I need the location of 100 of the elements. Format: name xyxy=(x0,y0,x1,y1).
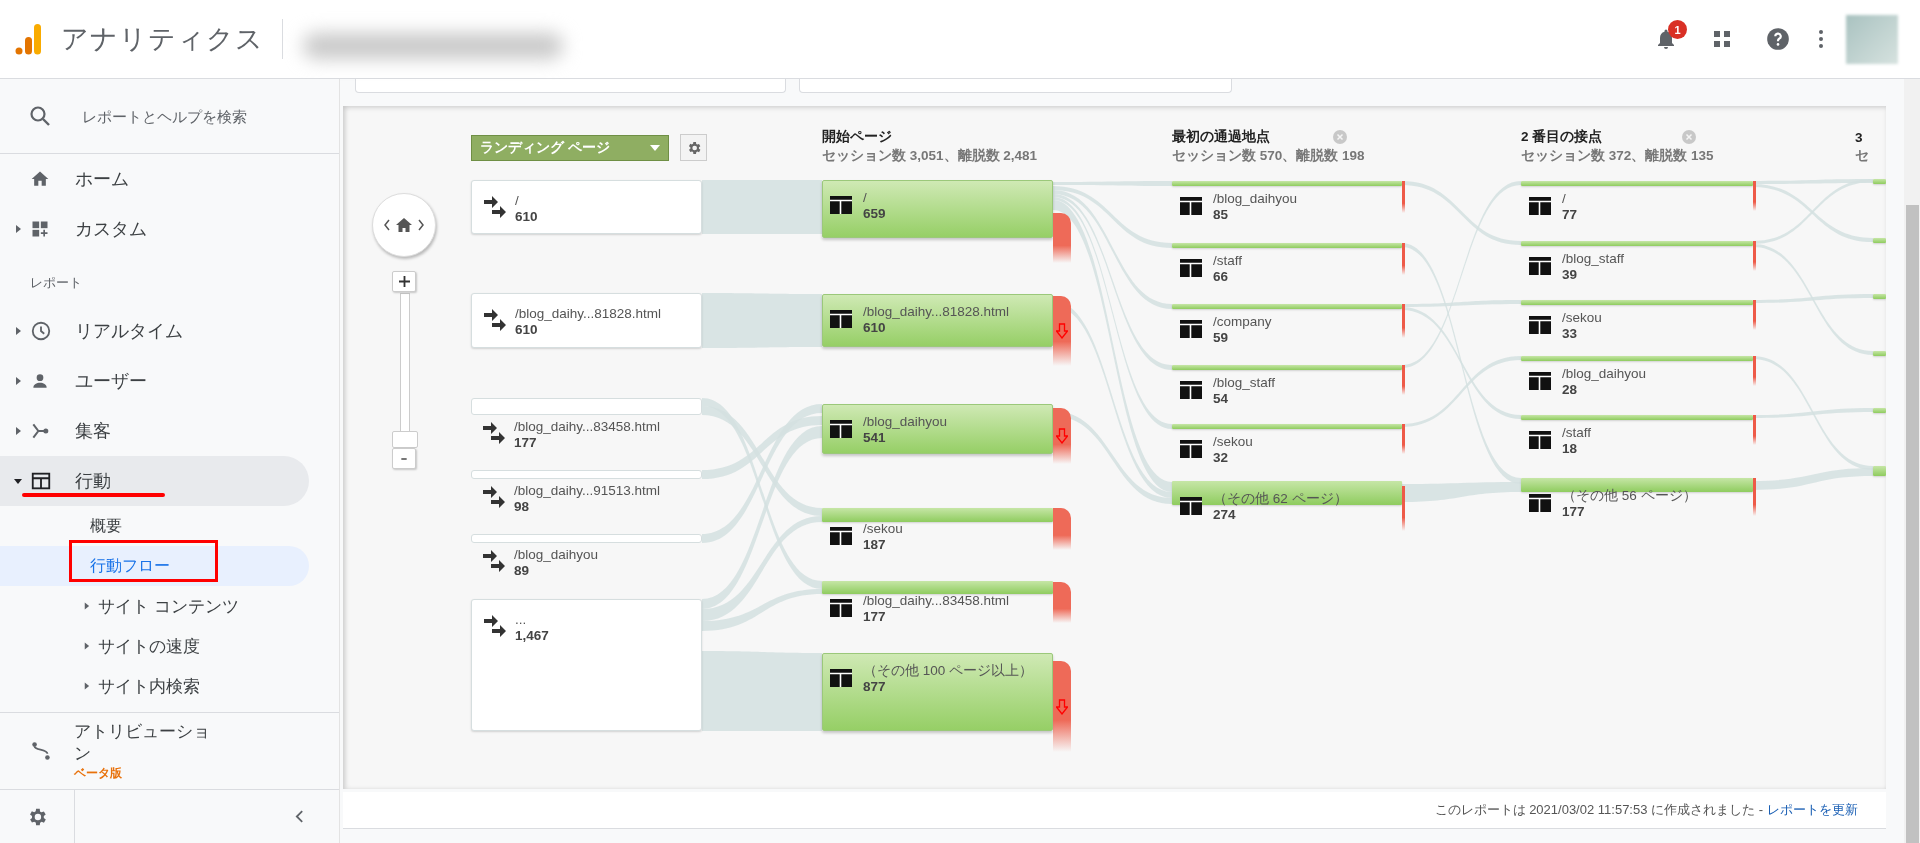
landing-page-node[interactable]: ... 1,467 xyxy=(471,599,702,731)
zoom-slider-thumb[interactable] xyxy=(392,431,418,448)
drop-off-bar[interactable] xyxy=(1753,478,1756,516)
nav-item[interactable]: リアルタイム xyxy=(0,306,309,356)
session-count: 32 xyxy=(1213,450,1230,466)
down-arrow-icon xyxy=(1056,698,1068,715)
page-layout-icon xyxy=(1180,197,1202,215)
page-layout-icon xyxy=(1180,497,1202,515)
nav-subitem[interactable]: 行動フロー xyxy=(0,546,309,586)
nav-item[interactable]: アトリビューション xyxy=(74,720,226,765)
down-arrow-icon xyxy=(1056,323,1068,339)
drop-off-bar[interactable] xyxy=(1053,408,1071,464)
page-path: /blog_daihy...91513.html xyxy=(514,483,661,499)
nav-subitem[interactable]: サイト内検索 xyxy=(0,666,309,706)
home-arrows-icon xyxy=(384,217,424,233)
search-icon xyxy=(28,104,52,128)
zoom-out-button[interactable] xyxy=(392,448,416,469)
session-count: 274 xyxy=(1213,507,1237,523)
page-path: （その他 100 ページ以上） xyxy=(863,663,1034,679)
avatar[interactable] xyxy=(1846,14,1898,64)
scrollbar-thumb[interactable] xyxy=(1906,205,1919,843)
pan-control[interactable] xyxy=(372,193,436,257)
landing-page-node[interactable]: / 610 xyxy=(471,180,702,234)
double-arrow-icon xyxy=(484,615,506,637)
close-icon xyxy=(1682,130,1696,144)
drop-off-bar[interactable] xyxy=(1053,508,1071,550)
search-field[interactable]: レポートとヘルプを検索 xyxy=(80,106,324,126)
drop-off-bar[interactable] xyxy=(1053,661,1071,752)
drop-off-bar[interactable] xyxy=(1402,243,1405,275)
page-node[interactable] xyxy=(822,294,1053,347)
nav-item[interactable]: カスタム xyxy=(0,204,309,254)
page-path: （その他 56 ページ） xyxy=(1562,488,1697,504)
session-count: 54 xyxy=(1213,391,1230,407)
beta-label: ベータ版 xyxy=(74,764,123,782)
page-path: /company xyxy=(1213,314,1272,330)
drop-off-bar[interactable] xyxy=(1053,296,1071,366)
nav-item[interactable]: 集客 xyxy=(0,406,309,456)
landing-page-node[interactable]: /blog_daihy...81828.html 610 xyxy=(471,293,702,348)
drop-off-bar[interactable] xyxy=(1753,181,1756,211)
session-count: 541 xyxy=(863,430,887,446)
drop-off-bar[interactable] xyxy=(1053,213,1071,263)
double-arrow-icon xyxy=(483,486,505,508)
close-button[interactable] xyxy=(1682,130,1696,144)
settings-button[interactable] xyxy=(680,134,707,161)
nav-subitem[interactable]: サイト コンテンツ xyxy=(0,586,309,626)
session-count: 177 xyxy=(1562,504,1586,520)
page-node[interactable] xyxy=(822,180,1053,238)
caret-icon xyxy=(14,377,22,385)
landing-page-bar[interactable] xyxy=(471,398,702,415)
window-icon xyxy=(30,470,52,492)
page-layout-icon xyxy=(1529,431,1551,449)
page-path: /blog_daihyou xyxy=(1213,191,1298,207)
session-count: 77 xyxy=(1562,207,1578,223)
scrollbar[interactable] xyxy=(1904,79,1920,843)
page-layout-icon xyxy=(1529,197,1551,215)
help-icon xyxy=(1765,26,1791,52)
caret-icon xyxy=(14,477,22,485)
drop-off-bar[interactable] xyxy=(1402,424,1405,454)
drop-off-bar[interactable] xyxy=(1753,241,1756,271)
nav-item[interactable]: ユーザー xyxy=(0,356,309,406)
session-count: 98 xyxy=(514,499,531,515)
drop-off-bar[interactable] xyxy=(1053,582,1071,623)
notification-badge: 1 xyxy=(1668,20,1687,39)
zoom-in-button[interactable] xyxy=(392,271,416,292)
page-node[interactable] xyxy=(822,653,1053,731)
nav-subitem[interactable]: 概要 xyxy=(0,506,309,546)
page-path: /blog_daihy...83458.html xyxy=(863,593,1010,609)
caret-icon xyxy=(14,427,22,435)
page-path: / xyxy=(1562,191,1567,207)
traffic-bar[interactable] xyxy=(1172,481,1402,505)
session-count: 85 xyxy=(1213,207,1230,223)
chevron-left-icon xyxy=(294,809,304,824)
drop-off-bar[interactable] xyxy=(1402,365,1405,395)
session-count: 66 xyxy=(1213,269,1230,285)
close-button[interactable] xyxy=(1333,130,1347,144)
page-path: /sekou xyxy=(863,521,903,537)
nav-item[interactable]: ホーム xyxy=(0,154,309,204)
drop-off-bar[interactable] xyxy=(1402,304,1405,338)
page-path: / xyxy=(515,193,520,209)
landing-page-bar[interactable] xyxy=(471,470,702,479)
session-count: 177 xyxy=(514,435,538,451)
page-layout-icon xyxy=(830,527,852,545)
page-path: /blog_daihyou xyxy=(863,414,948,430)
report-timestamp: このレポートは 2021/03/02 11:57:53 に作成されました - xyxy=(1434,801,1763,819)
nav-subitem[interactable]: サイトの速度 xyxy=(0,626,309,666)
drop-off-bar[interactable] xyxy=(1402,181,1405,213)
drop-off-bar[interactable] xyxy=(1402,486,1405,531)
page-path: ... xyxy=(515,612,528,628)
drop-off-bar[interactable] xyxy=(1753,300,1756,330)
nav-item[interactable]: 行動 xyxy=(0,456,309,506)
refresh-report-link[interactable]: レポートを更新 xyxy=(1767,801,1858,819)
clock-icon xyxy=(30,320,52,342)
page-layout-icon xyxy=(1180,259,1202,277)
page-node[interactable] xyxy=(822,404,1053,454)
caret-icon xyxy=(83,602,90,610)
landing-page-bar[interactable] xyxy=(471,534,702,543)
drop-off-bar[interactable] xyxy=(1753,356,1756,386)
drop-off-bar[interactable] xyxy=(1753,415,1756,445)
notifications-button[interactable]: 1 xyxy=(1638,15,1694,63)
page-path: /blog_daihy...83458.html xyxy=(514,419,661,435)
